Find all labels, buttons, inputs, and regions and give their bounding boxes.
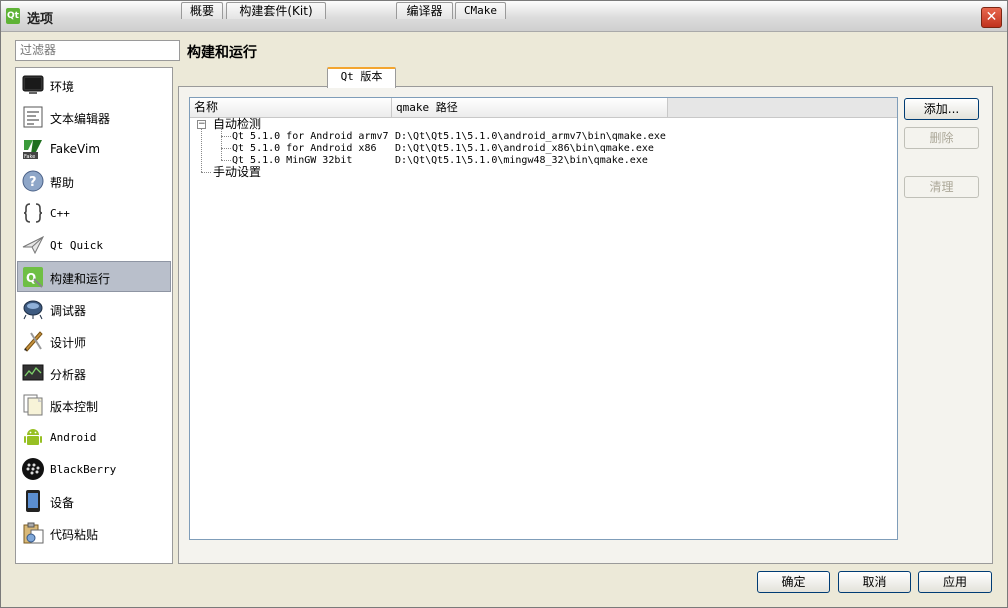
- column-header-filler: [668, 98, 897, 117]
- text-editor-icon: [23, 106, 43, 128]
- sidebar-item-label: FakeVim: [50, 142, 101, 156]
- tree-branch-line: [201, 172, 211, 173]
- tree-branch-line: [221, 148, 231, 149]
- analyzer-icon: [22, 364, 44, 381]
- sidebar-item-qt-quick[interactable]: Qt Quick: [17, 229, 171, 260]
- help-icon: ?: [22, 170, 44, 192]
- sidebar-item-label: Qt Quick: [50, 239, 103, 252]
- sidebar-item-text-editor[interactable]: 文本编辑器: [17, 101, 171, 132]
- sidebar-item-android[interactable]: Android: [17, 421, 171, 452]
- sidebar-item-label: 构建和运行: [50, 272, 111, 286]
- svg-text:Fake: Fake: [24, 154, 35, 160]
- collapse-toggle-icon[interactable]: −: [197, 120, 206, 129]
- fakevim-icon: Fake: [23, 140, 42, 160]
- sidebar-item-label: 设计师: [50, 336, 87, 350]
- tree-header: 名称 qmake 路径: [190, 98, 897, 118]
- cancel-button[interactable]: 取消: [838, 571, 911, 593]
- close-button[interactable]: ✕: [981, 7, 1002, 28]
- tree-branch-line: [221, 136, 231, 137]
- sidebar-item-help[interactable]: ? 帮助: [17, 165, 171, 196]
- qt-quick-icon: [22, 235, 45, 255]
- sidebar-item-label: 分析器: [50, 368, 87, 382]
- sidebar-item-environment[interactable]: 环境: [17, 69, 171, 100]
- tree-branch-line: [221, 129, 222, 160]
- tab-cmake[interactable]: CMake: [455, 2, 506, 19]
- sidebar-item-build-run[interactable]: Q 构建和运行: [17, 261, 171, 292]
- table-row-name[interactable]: Qt 5.1.0 for Android x86: [232, 143, 377, 155]
- table-row-path[interactable]: D:\Qt\Qt5.1\5.1.0\android_armv7\bin\qmak…: [395, 131, 666, 143]
- sidebar-item-code-paste[interactable]: 代码粘贴: [17, 517, 171, 548]
- column-header-name[interactable]: 名称: [190, 98, 392, 117]
- apply-button[interactable]: 应用: [918, 571, 992, 593]
- window-title: 选项: [27, 12, 54, 27]
- sidebar-item-analyzer[interactable]: 分析器: [17, 357, 171, 388]
- tab-kits[interactable]: 构建套件(Kit): [226, 2, 326, 19]
- tab-overview[interactable]: 概要: [181, 2, 223, 19]
- build-run-icon: Q: [23, 267, 43, 288]
- cpp-braces-icon: [23, 203, 43, 223]
- sidebar-item-label: 调试器: [50, 304, 87, 318]
- qt-app-icon: Qt: [6, 8, 20, 24]
- qt-versions-tree[interactable]: 名称 qmake 路径 − 自动检测 Qt 5.1.0 for Android …: [189, 97, 898, 540]
- tree-branch-line: [221, 160, 231, 161]
- tree-group-manual[interactable]: 手动设置: [213, 166, 261, 179]
- sidebar-item-blackberry[interactable]: BlackBerry: [17, 453, 171, 484]
- blackberry-icon: [22, 458, 44, 480]
- ok-button[interactable]: 确定: [757, 571, 830, 593]
- monitor-icon: [22, 75, 44, 94]
- add-button[interactable]: 添加...: [904, 98, 979, 120]
- sidebar-item-fakevim[interactable]: Fake FakeVim: [17, 133, 171, 164]
- sidebar-item-cpp[interactable]: C++: [17, 197, 171, 228]
- category-sidebar: 环境 文本编辑器 Fake FakeVim ? 帮助 C++ Qt Quick …: [15, 67, 173, 564]
- sidebar-item-label: 代码粘贴: [50, 528, 99, 542]
- remove-button[interactable]: 删除: [904, 127, 979, 149]
- designer-icon: [24, 331, 43, 352]
- sidebar-item-label: C++: [50, 207, 70, 220]
- android-icon: [24, 429, 42, 445]
- sidebar-item-label: 版本控制: [50, 400, 99, 414]
- device-icon: [26, 490, 40, 512]
- svg-text:?: ?: [29, 175, 37, 190]
- page-title: 构建和运行: [187, 45, 257, 61]
- tree-group-auto-detected[interactable]: 自动检测: [213, 118, 261, 131]
- sidebar-item-label: Android: [50, 431, 97, 444]
- sidebar-item-label: 帮助: [50, 176, 75, 190]
- sidebar-item-label: 环境: [50, 80, 75, 94]
- sidebar-item-label: 设备: [50, 496, 75, 510]
- sidebar-item-label: 文本编辑器: [50, 112, 111, 126]
- sidebar-item-version-control[interactable]: 版本控制: [17, 389, 171, 420]
- code-paste-icon: [23, 522, 44, 544]
- sidebar-item-debugger[interactable]: 调试器: [17, 293, 171, 324]
- clean-button[interactable]: 清理: [904, 176, 979, 198]
- debugger-icon: [23, 300, 43, 320]
- sidebar-item-devices[interactable]: 设备: [17, 485, 171, 516]
- version-control-icon: [23, 394, 43, 416]
- tab-compilers[interactable]: 编译器: [396, 2, 453, 19]
- sidebar-item-designer[interactable]: 设计师: [17, 325, 171, 356]
- table-row-name[interactable]: Qt 5.1.0 for Android armv7: [232, 131, 389, 143]
- sidebar-item-label: BlackBerry: [50, 463, 117, 476]
- tab-qt-versions[interactable]: Qt 版本: [327, 67, 396, 88]
- tree-branch-line: [201, 129, 202, 172]
- svg-text:Q: Q: [26, 271, 36, 285]
- column-header-qmake-path[interactable]: qmake 路径: [392, 98, 668, 117]
- filter-input[interactable]: [15, 40, 180, 61]
- table-row-path[interactable]: D:\Qt\Qt5.1\5.1.0\android_x86\bin\qmake.…: [395, 143, 654, 155]
- table-row-path[interactable]: D:\Qt\Qt5.1\5.1.0\mingw48_32\bin\qmake.e…: [395, 155, 648, 167]
